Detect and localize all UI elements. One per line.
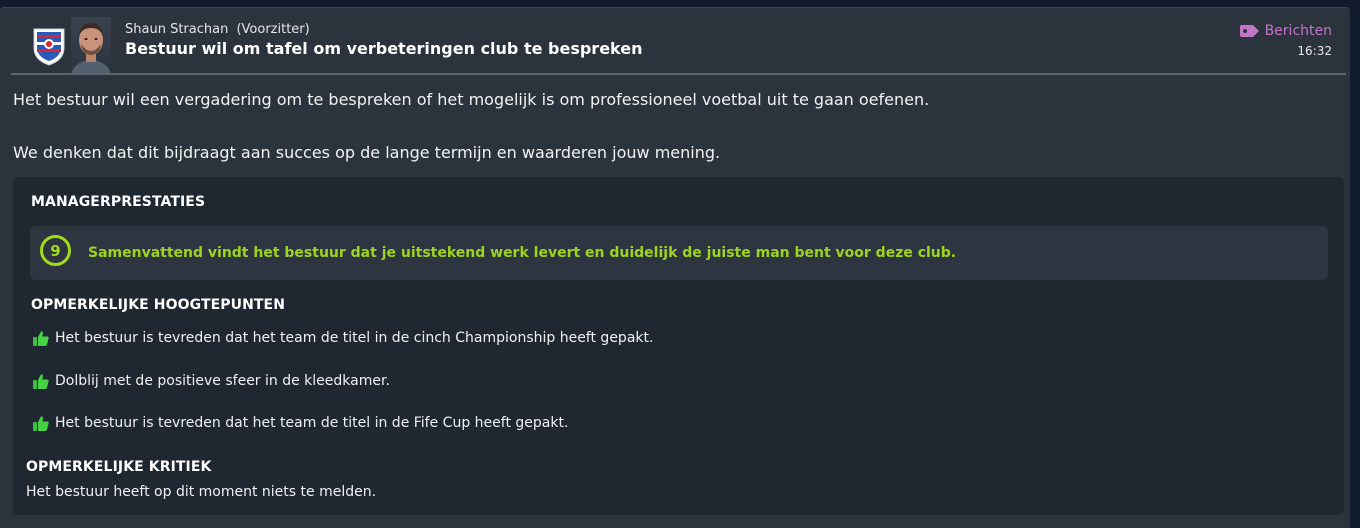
message-panel: Shaun Strachan (Voorzitter) Bestuur wil … — [0, 7, 1350, 528]
highlight-text: Dolblij met de positieve sfeer in de kle… — [55, 373, 390, 389]
message-time: 16:32 — [1297, 44, 1332, 58]
category-tag[interactable]: Berichten — [1239, 23, 1332, 39]
highlights-title: OPMERKELIJKE HOOGTEPUNTEN — [31, 297, 286, 313]
highlight-item: Het bestuur is tevreden dat het team de … — [33, 330, 653, 346]
header-divider — [11, 73, 1346, 75]
body-paragraph-1: Het bestuur wil een vergadering om te be… — [13, 90, 930, 109]
sender-role: (Voorzitter) — [236, 22, 310, 37]
rating-summary: Samenvattend vindt het bestuur dat je ui… — [88, 245, 957, 261]
highlight-text: Het bestuur is tevreden dat het team de … — [55, 415, 569, 431]
category-tag-label: Berichten — [1264, 23, 1332, 39]
highlight-item: Het bestuur is tevreden dat het team de … — [33, 415, 568, 431]
message-subject: Bestuur wil om tafel om verbeteringen cl… — [125, 39, 643, 58]
highlight-text: Het bestuur is tevreden dat het team de … — [55, 330, 654, 346]
highlight-item: Dolblij met de positieve sfeer in de kle… — [33, 373, 390, 389]
body-paragraph-2: We denken dat dit bijdraagt aan succes o… — [13, 143, 721, 162]
message-header: Shaun Strachan (Voorzitter) Bestuur wil … — [0, 8, 1350, 74]
criticism-title: OPMERKELIJKE KRITIEK — [26, 459, 212, 475]
person-portrait-icon — [71, 23, 111, 74]
sender-name[interactable]: Shaun Strachan — [125, 22, 228, 37]
avatar[interactable] — [71, 17, 111, 74]
tag-icon — [1239, 25, 1259, 37]
thumbs-up-icon — [33, 415, 49, 431]
sender: Shaun Strachan (Voorzitter) — [125, 22, 310, 37]
club-crest-icon[interactable] — [30, 26, 68, 66]
performance-rating-row: 9 Samenvattend vindt het bestuur dat je … — [30, 226, 1328, 280]
board-evaluation-box: MANAGERPRESTATIES 9 Samenvattend vindt h… — [13, 177, 1344, 515]
performance-title: MANAGERPRESTATIES — [31, 194, 206, 210]
thumbs-up-icon — [33, 330, 49, 346]
thumbs-up-icon — [33, 373, 49, 389]
rating-badge: 9 — [40, 235, 71, 266]
criticism-text: Het bestuur heeft op dit moment niets te… — [26, 484, 377, 500]
